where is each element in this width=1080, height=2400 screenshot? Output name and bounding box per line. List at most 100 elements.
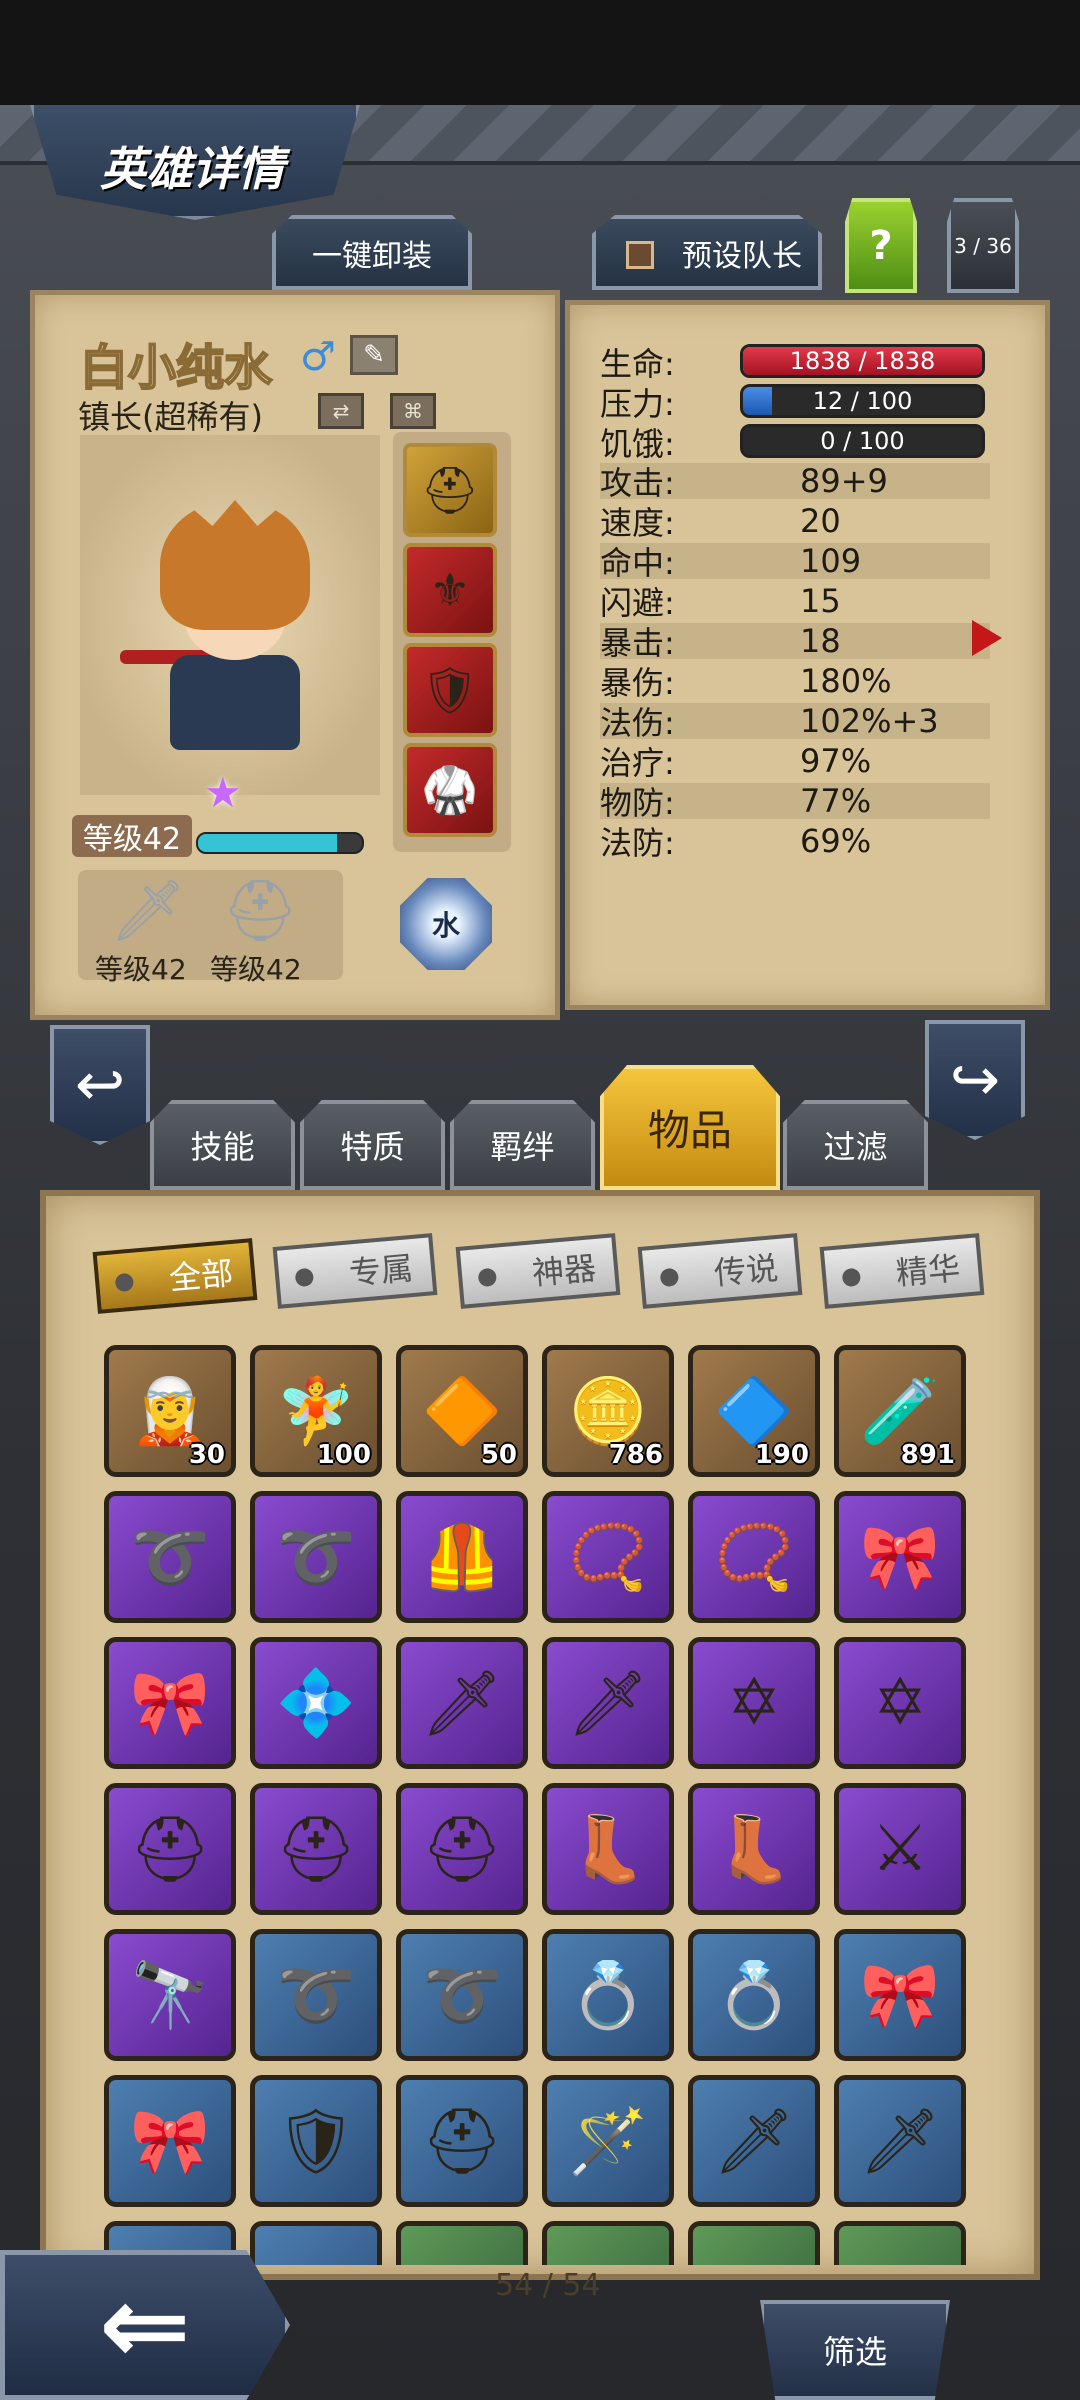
item-icon: ➰ — [276, 1520, 356, 1595]
hero-hair — [160, 500, 310, 630]
page-count: 54 / 54 — [495, 2268, 601, 2303]
gender-male-icon: ♂ — [300, 334, 336, 380]
inventory-item[interactable]: 🧝 30 — [104, 1345, 236, 1477]
unequip-all-button[interactable]: 一键卸装 — [272, 215, 472, 290]
inventory-item[interactable]: 📿 — [542, 1491, 674, 1623]
hunger-value: 0 / 100 — [820, 427, 905, 455]
inventory-item[interactable]: 🗡 — [688, 2075, 820, 2207]
weapon-level: 等级42 — [95, 953, 187, 986]
item-quantity: 786 — [608, 1440, 663, 1470]
inventory-item[interactable]: 🎀 — [104, 1637, 236, 1769]
inventory-item[interactable]: 🧪 891 — [834, 1345, 966, 1477]
filter-dot — [477, 1267, 498, 1288]
inventory-item[interactable]: ➰ — [250, 1491, 382, 1623]
tab-bonds[interactable]: 羁绊 — [450, 1100, 595, 1190]
inventory-item[interactable] — [396, 2221, 528, 2265]
inventory-item[interactable]: 🗡 — [396, 1637, 528, 1769]
inventory-item[interactable]: 👢 — [542, 1783, 674, 1915]
stat-row-phys-def: 物防: 77% — [600, 782, 990, 822]
inventory-item[interactable] — [250, 2221, 382, 2265]
equipped-slot-4[interactable]: 🥋 — [403, 743, 497, 837]
inventory-item[interactable]: ⚔ — [834, 1783, 966, 1915]
inventory-item[interactable] — [542, 2221, 674, 2265]
inventory-item[interactable]: 🗡 — [542, 1637, 674, 1769]
item-icon: 📿 — [714, 1520, 794, 1595]
next-hero-button[interactable]: ↪ — [925, 1020, 1025, 1140]
item-icon: 🪄 — [568, 2104, 648, 2179]
inventory-item[interactable]: 🎀 — [834, 1929, 966, 2061]
stat-value: 77% — [800, 782, 872, 820]
inventory-item[interactable]: ✡ — [834, 1637, 966, 1769]
item-icon: 🔷 — [714, 1374, 794, 1449]
tab-items[interactable]: 物品 — [600, 1065, 780, 1190]
inventory-item[interactable]: 🛡 — [250, 2075, 382, 2207]
equipped-slot-2[interactable]: ⚜ — [403, 543, 497, 637]
equipped-slot-1[interactable]: ⛑ — [403, 443, 497, 537]
inventory-item[interactable]: 🪄 — [542, 2075, 674, 2207]
inventory-item[interactable]: 🦺 — [396, 1491, 528, 1623]
inventory-item[interactable]: 👢 — [688, 1783, 820, 1915]
inventory-item[interactable]: ⛑ — [104, 1783, 236, 1915]
filter-dot — [659, 1267, 680, 1288]
inventory-item[interactable]: 🔷 190 — [688, 1345, 820, 1477]
item-icon: 💍 — [714, 1958, 794, 2033]
inventory-item[interactable]: ✡ — [688, 1637, 820, 1769]
stress-value: 12 / 100 — [812, 387, 913, 415]
swap-icon[interactable]: ⇄ — [318, 393, 364, 429]
hero-index-counter: 3 / 36 — [947, 198, 1019, 293]
winged-helm-icon: ⚜ — [429, 563, 471, 617]
item-icon: 🗡 — [421, 1666, 503, 1741]
preset-leader-button[interactable]: 预设队长 — [592, 215, 822, 290]
helmet-gear-icon[interactable]: ⛑ — [222, 875, 298, 946]
inventory-item[interactable]: ⛑ — [396, 1783, 528, 1915]
skin-icon[interactable]: ⌘ — [390, 393, 436, 429]
item-icon: 🗡 — [567, 1666, 649, 1741]
inventory-item[interactable] — [834, 2221, 966, 2265]
preset-leader-checkbox[interactable] — [626, 241, 654, 269]
inventory-item[interactable]: ⛑ — [396, 2075, 528, 2207]
equipped-slot-3[interactable]: 🛡 — [403, 643, 497, 737]
inventory-item[interactable]: 🔭 — [104, 1929, 236, 2061]
filter-label: 精华 — [894, 1249, 962, 1293]
item-icon: 👢 — [714, 1812, 794, 1887]
inventory-item[interactable]: 🔶 50 — [396, 1345, 528, 1477]
inventory-item[interactable]: 📿 — [688, 1491, 820, 1623]
inventory-item[interactable]: ➰ — [250, 1929, 382, 2061]
tab-skills[interactable]: 技能 — [150, 1100, 295, 1190]
inventory-item[interactable]: ➰ — [396, 1929, 528, 2061]
inventory-item[interactable]: 💍 — [688, 1929, 820, 2061]
inventory-item[interactable] — [688, 2221, 820, 2265]
inventory-item[interactable]: 💠 — [250, 1637, 382, 1769]
inventory-item[interactable]: 🎀 — [104, 2075, 236, 2207]
inventory-item[interactable]: ⛑ — [250, 1783, 382, 1915]
inventory-grid: 🧝 30 🧚 100 🔶 50 🪙 786 🔷 190 🧪 891 ➰ ➰ 🦺 📿 📿 🎀 🎀 💠 🗡 🗡 ✡ ✡ ⛑ ⛑ ⛑ 👢 👢 ⚔… — [104, 1345, 984, 2265]
arrow-right-icon: ↪ — [949, 1045, 1001, 1115]
hero-title: 镇长(超稀有) — [78, 398, 263, 436]
item-icon: 🗡 — [859, 2104, 941, 2179]
inventory-item[interactable]: 🗡 — [834, 2075, 966, 2207]
prev-hero-button[interactable]: ↩ — [50, 1025, 150, 1145]
inventory-item[interactable]: ➰ — [104, 1491, 236, 1623]
armor-level: 等级42 — [210, 953, 302, 986]
inventory-item[interactable]: 💍 — [542, 1929, 674, 2061]
back-button[interactable]: ⇐ — [0, 2250, 290, 2400]
tab-filter[interactable]: 过滤 — [783, 1100, 928, 1190]
stat-value: 20 — [800, 502, 841, 540]
stat-value: 89+9 — [800, 462, 888, 500]
hunger-bar: 0 / 100 — [740, 424, 985, 458]
inventory-item[interactable]: 🧚 100 — [250, 1345, 382, 1477]
help-button[interactable]: ? — [845, 198, 917, 293]
item-icon: 🔶 — [422, 1374, 502, 1449]
item-icon: 💠 — [276, 1666, 356, 1741]
item-icon: 🛡 — [275, 2104, 357, 2179]
item-icon: 🪙 — [568, 1374, 648, 1449]
tab-traits[interactable]: 特质 — [300, 1100, 445, 1190]
item-quantity: 50 — [480, 1440, 517, 1470]
edit-name-icon[interactable]: ✎ — [350, 335, 398, 375]
sword-icon[interactable]: 🗡 — [110, 875, 186, 946]
sort-button[interactable]: 筛选 — [760, 2300, 950, 2400]
expand-stats-arrow-icon[interactable] — [972, 620, 1002, 656]
inventory-item[interactable]: 🎀 — [834, 1491, 966, 1623]
inventory-item[interactable]: 🪙 786 — [542, 1345, 674, 1477]
stat-row-crit-damage: 暴伤: 180% — [600, 662, 990, 702]
